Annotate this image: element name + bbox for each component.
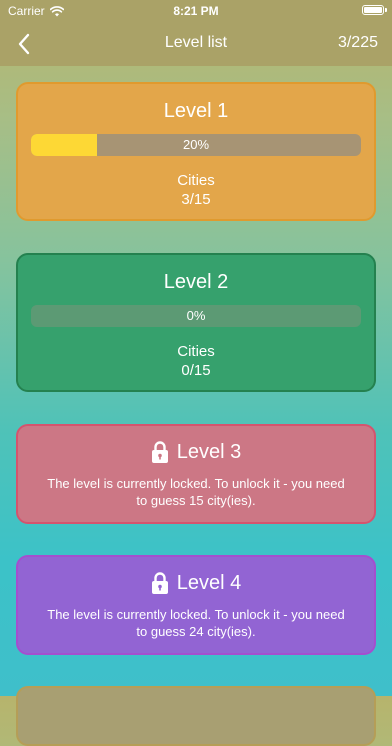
- level-card-3[interactable]: Level 3 The level is currently locked. T…: [16, 424, 376, 524]
- level-title: Level 4: [176, 572, 242, 594]
- locked-message: The level is currently locked. To unlock…: [47, 607, 345, 639]
- locked-header: Level 3: [18, 438, 374, 466]
- progress-label: 0%: [186, 308, 206, 323]
- level-card-5[interactable]: [16, 686, 376, 746]
- locked-header: Level 4: [18, 569, 374, 597]
- cities-label: Cities: [177, 343, 215, 360]
- cities-label: Cities: [177, 172, 215, 189]
- status-bar: Carrier 8:21 PM: [0, 0, 392, 22]
- level-title: Level 3: [176, 441, 242, 463]
- progress-label: 20%: [182, 137, 210, 152]
- page-title: Level list: [164, 34, 228, 51]
- level-title: Level 1: [163, 100, 229, 122]
- cities-count: 0/15: [181, 362, 211, 379]
- level-card-4[interactable]: Level 4 The level is currently locked. T…: [16, 555, 376, 655]
- cities-count: 3/15: [181, 191, 211, 208]
- nav-bar: Level list 3/225: [0, 22, 392, 66]
- progress-bar: 0%: [31, 305, 361, 327]
- level-card-1[interactable]: Level 1 20% Cities 3/15: [16, 82, 376, 221]
- lock-icon: [151, 441, 168, 463]
- status-time: 8:21 PM: [173, 4, 219, 18]
- lock-icon: [151, 572, 168, 594]
- progress-bar: 20%: [31, 134, 361, 156]
- level-progress-count: 3/225: [337, 34, 378, 51]
- locked-message: The level is currently locked. To unlock…: [47, 476, 345, 508]
- level-title: Level 2: [163, 271, 229, 293]
- level-card-2[interactable]: Level 2 0% Cities 0/15: [16, 253, 376, 392]
- battery-icon: [362, 5, 387, 15]
